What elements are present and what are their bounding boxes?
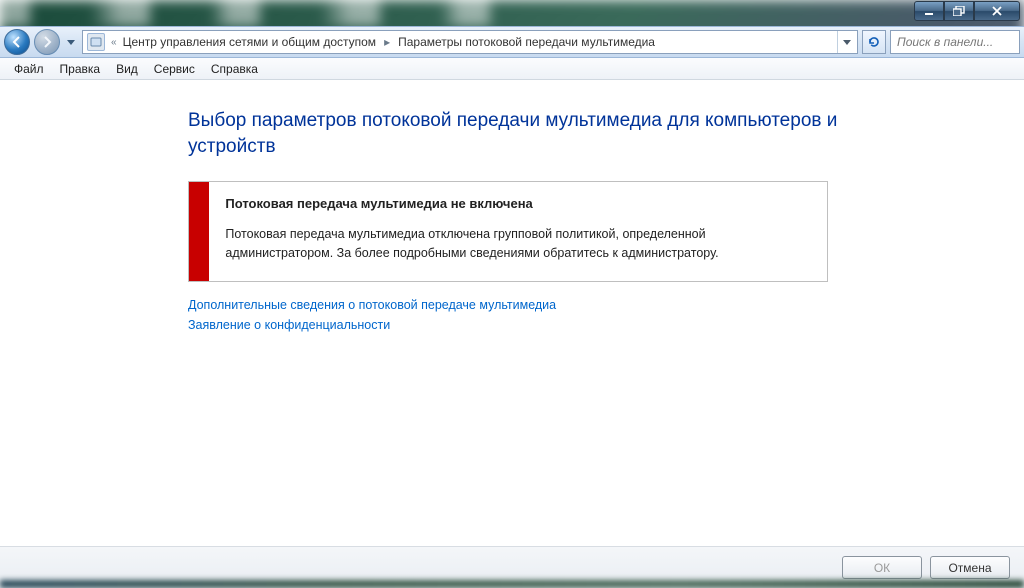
breadcrumb-prefix-chevrons: « (111, 37, 117, 48)
link-privacy[interactable]: Заявление о конфиденциальности (188, 318, 984, 332)
menu-help[interactable]: Справка (203, 60, 266, 78)
alert-body: Потоковая передача мультимедиа не включе… (209, 182, 827, 281)
cancel-button[interactable]: Отмена (930, 556, 1010, 579)
menu-file[interactable]: Файл (6, 60, 52, 78)
search-placeholder: Поиск в панели... (897, 35, 993, 49)
window-control-group (914, 1, 1020, 23)
ok-button[interactable]: ОК (842, 556, 922, 579)
minimize-button[interactable] (914, 1, 944, 21)
link-more-info[interactable]: Дополнительные сведения о потоковой пере… (188, 298, 984, 312)
navigation-bar: « Центр управления сетями и общим доступ… (0, 26, 1024, 58)
menu-view[interactable]: Вид (108, 60, 146, 78)
alert-stripe (189, 182, 209, 281)
explorer-window: « Центр управления сетями и общим доступ… (0, 0, 1024, 588)
desktop-bottom-blur (0, 580, 1024, 588)
links-group: Дополнительные сведения о потоковой пере… (188, 298, 984, 332)
page-title: Выбор параметров потоковой передачи муль… (188, 108, 848, 159)
breadcrumb-segment-2[interactable]: Параметры потоковой передачи мультимедиа (398, 35, 655, 49)
menu-edit[interactable]: Правка (52, 60, 109, 78)
content-area: Выбор параметров потоковой передачи муль… (0, 80, 1024, 588)
alert-heading: Потоковая передача мультимедиа не включе… (225, 196, 811, 211)
address-dropdown-button[interactable] (837, 31, 855, 53)
titlebar (0, 0, 1024, 26)
menu-bar: Файл Правка Вид Сервис Справка (0, 58, 1024, 80)
search-input[interactable]: Поиск в панели... (890, 30, 1020, 54)
back-button[interactable] (4, 29, 30, 55)
forward-button[interactable] (34, 29, 60, 55)
close-button[interactable] (974, 1, 1020, 21)
restore-button[interactable] (944, 1, 974, 21)
alert-box: Потоковая передача мультимедиа не включе… (188, 181, 828, 282)
breadcrumb-separator-icon: ▸ (382, 35, 392, 49)
breadcrumb-segment-1[interactable]: Центр управления сетями и общим доступом (123, 35, 377, 49)
alert-text: Потоковая передача мультимедиа отключена… (225, 225, 811, 263)
menu-tools[interactable]: Сервис (146, 60, 203, 78)
address-bar[interactable]: « Центр управления сетями и общим доступ… (82, 30, 858, 54)
control-panel-icon (87, 33, 105, 51)
nav-history-dropdown[interactable] (64, 32, 78, 52)
refresh-button[interactable] (862, 30, 886, 54)
